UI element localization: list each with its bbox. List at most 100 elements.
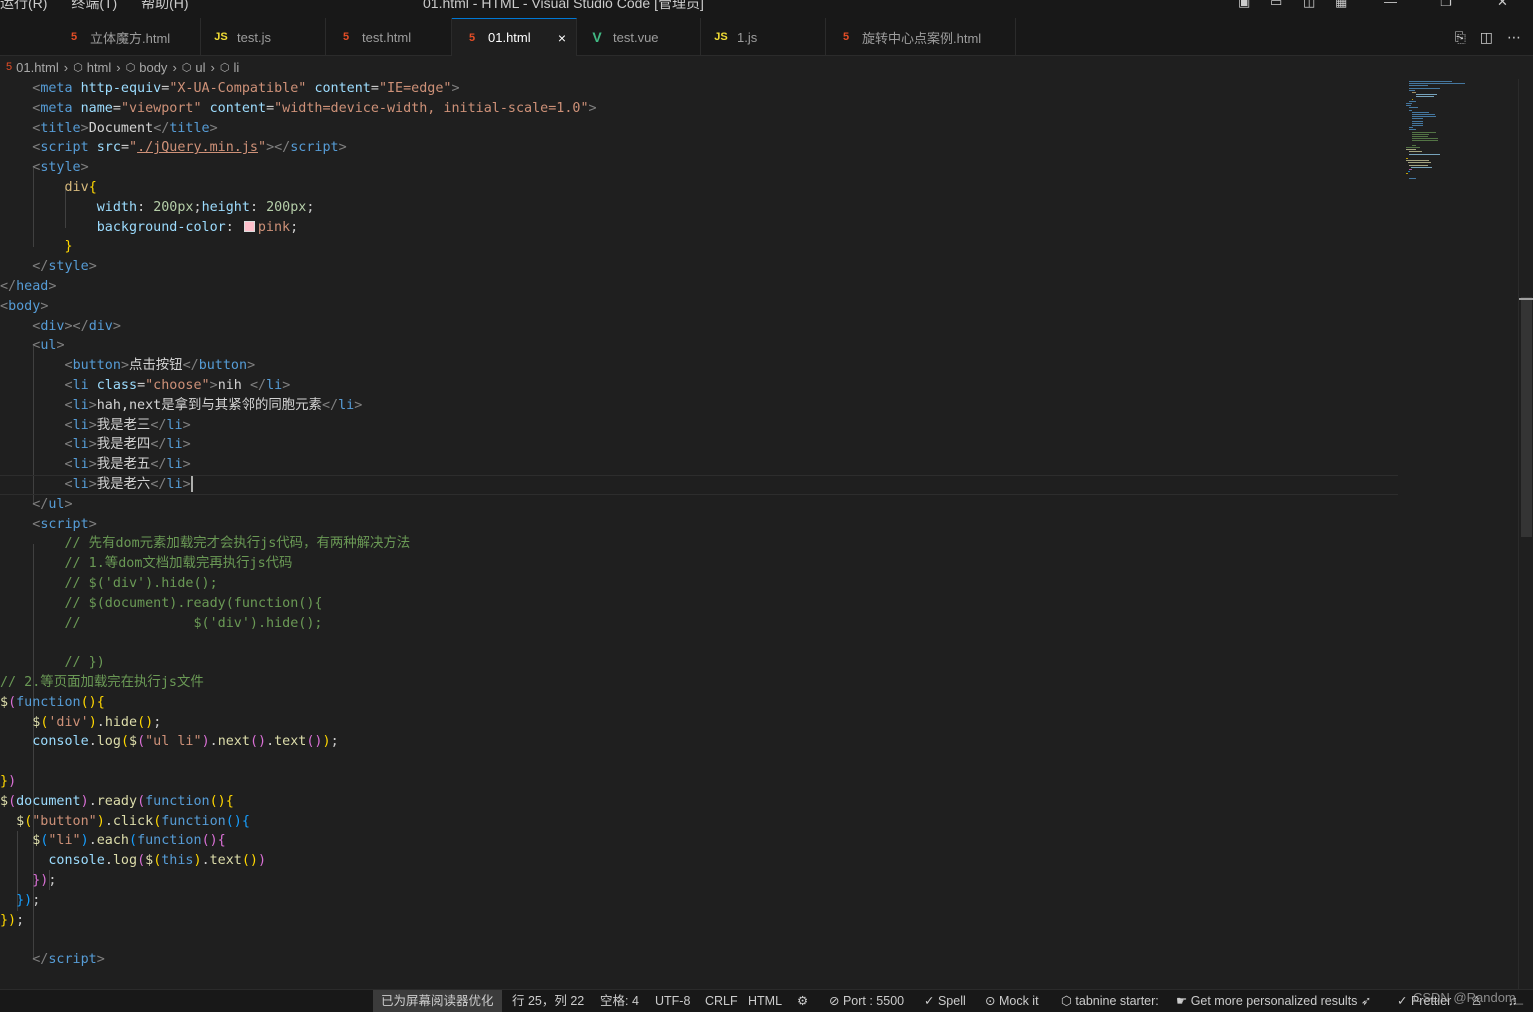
minimize-icon[interactable]: — bbox=[1384, 0, 1397, 9]
live-server-port[interactable]: ⊘ Port : 5500 bbox=[829, 990, 904, 1012]
code-line[interactable]: $(document).ready(function(){ bbox=[0, 792, 234, 812]
code-line[interactable]: </head> bbox=[0, 277, 56, 297]
tab-test-js[interactable]: JS test.js bbox=[201, 18, 326, 56]
tab-01-html[interactable]: 5 01.html × bbox=[452, 18, 577, 56]
code-line[interactable]: <script> bbox=[0, 515, 97, 535]
color-swatch[interactable] bbox=[243, 220, 255, 232]
code-line[interactable]: $('div').hide(); bbox=[0, 713, 161, 733]
code-line[interactable]: }) bbox=[0, 772, 16, 792]
end-of-line[interactable]: CRLF bbox=[705, 990, 738, 1012]
close-tab-icon[interactable]: × bbox=[558, 30, 566, 46]
code-token: // 先有dom元素加载完才会执行js代码，有两种解决方法 bbox=[0, 536, 411, 552]
code-line[interactable]: $("button").click(function(){ bbox=[0, 812, 250, 832]
restore-icon[interactable]: ❐ bbox=[1440, 0, 1452, 10]
code-line[interactable]: console.log($(this).text()) bbox=[0, 851, 266, 871]
code-line[interactable]: console.log($("ul li").next().text()); bbox=[0, 732, 338, 752]
copilot-icon[interactable]: ⚙ bbox=[797, 990, 808, 1012]
code-editor[interactable]: <meta http-equiv="X-UA-Compatible" conte… bbox=[0, 79, 1398, 989]
code-line[interactable]: // $(document).ready(function(){ bbox=[0, 594, 322, 614]
code-line[interactable]: // $('div').hide(); bbox=[0, 574, 217, 594]
code-line[interactable]: <meta http-equiv = "X-UA-Compatible" conte… bbox=[0, 79, 459, 99]
encoding[interactable]: UTF-8 bbox=[655, 990, 690, 1012]
code-line[interactable]: <li>hah,next是拿到与其紧邻的同胞元素</li> bbox=[0, 396, 362, 416]
code-line[interactable]: $(function(){ bbox=[0, 693, 105, 713]
code-line[interactable]: $("li").each(function(){ bbox=[0, 831, 226, 851]
cursor-position[interactable]: 行 25，列 22 bbox=[512, 990, 584, 1012]
language-mode[interactable]: HTML bbox=[748, 990, 782, 1012]
tab-test-html[interactable]: 5 test.html bbox=[326, 18, 452, 56]
spell-check[interactable]: ✓ Spell bbox=[924, 990, 966, 1012]
menu-terminal[interactable]: 终端(T) bbox=[71, 0, 117, 11]
menu-run[interactable]: 运行(R) bbox=[0, 0, 47, 11]
open-preview-icon[interactable]: ⎘ bbox=[1455, 29, 1466, 46]
code-line[interactable]: <li>我是老五</li> bbox=[0, 455, 190, 475]
html-file-icon: 5 bbox=[6, 61, 13, 73]
code-line[interactable]: } bbox=[0, 237, 72, 257]
code-line[interactable]: <li>我是老六</li> bbox=[0, 475, 1398, 495]
customize-layout-icon[interactable]: ▦ bbox=[1335, 0, 1347, 10]
tab-1-js[interactable]: JS 1.js bbox=[701, 18, 826, 56]
code-line[interactable]: <body> bbox=[0, 297, 48, 317]
code-line[interactable]: <ul> bbox=[0, 336, 64, 356]
code-line[interactable]: div{ bbox=[0, 178, 96, 198]
more-actions-icon[interactable]: ⋯ bbox=[1507, 29, 1521, 46]
code-line[interactable]: <script src="./jQuery.min.js"></script> bbox=[0, 138, 346, 158]
code-line[interactable]: }); bbox=[0, 911, 24, 931]
code-line[interactable]: </script> bbox=[0, 950, 105, 970]
tab-lifang-html[interactable]: 5 立体魔方.html bbox=[54, 18, 201, 56]
code-line[interactable]: }); bbox=[0, 871, 56, 891]
tab-test-vue[interactable]: V test.vue bbox=[577, 18, 701, 56]
sidebar-toggle-icon[interactable]: ◫ bbox=[1303, 0, 1315, 10]
code-token: script bbox=[40, 140, 89, 156]
code-line[interactable]: // }) bbox=[0, 653, 104, 673]
code-line[interactable]: <meta name="viewport" content="width=dev… bbox=[0, 99, 596, 119]
breadcrumb-ul[interactable]: ⬡ ul bbox=[182, 60, 206, 75]
minimap-line bbox=[1409, 85, 1428, 87]
code-line[interactable]: </ul> bbox=[0, 495, 72, 515]
code-line[interactable]: // 1.等dom文档加载完再执行js代码 bbox=[0, 554, 292, 574]
minimap-line bbox=[1412, 138, 1438, 140]
code-token: > bbox=[88, 516, 97, 532]
personalized-results[interactable]: ☛ Get more personalized results ➶ bbox=[1176, 990, 1371, 1012]
tabnine-status[interactable]: ⬡ tabnine starter: bbox=[1061, 990, 1159, 1012]
tab-xuanzhuan-html[interactable]: 5 旋转中心点案例.html bbox=[826, 18, 1016, 56]
code-line[interactable]: <li class="choose">nih </li> bbox=[0, 376, 290, 396]
breadcrumb-body[interactable]: ⬡ body bbox=[126, 60, 168, 75]
breadcrumb-li[interactable]: ⬡ li bbox=[220, 60, 239, 75]
code-token: (){ bbox=[201, 833, 226, 849]
scrollbar-thumb[interactable] bbox=[1521, 297, 1532, 537]
code-line[interactable]: <li>我是老四</li> bbox=[0, 435, 190, 455]
menu-help[interactable]: 帮助(H) bbox=[141, 0, 188, 11]
breadcrumb-html[interactable]: ⬡ html bbox=[73, 60, 111, 75]
code-line[interactable]: // 2.等页面加载完在执行js文件 bbox=[0, 673, 204, 693]
code-token: 200px bbox=[153, 199, 194, 215]
code-line[interactable]: <button>点击按钮</button> bbox=[0, 356, 255, 376]
screen-reader-status[interactable]: 已为屏幕阅读器优化 bbox=[373, 990, 502, 1012]
close-window-icon[interactable]: ✕ bbox=[1497, 0, 1508, 10]
code-token: li bbox=[166, 457, 183, 473]
code-line[interactable]: // $('div').hide(); bbox=[0, 614, 322, 634]
code-token: ) bbox=[8, 774, 17, 789]
mock-it[interactable]: ⊙ Mock it bbox=[985, 990, 1039, 1012]
minimap[interactable] bbox=[1398, 79, 1518, 989]
panel-toggle-icon[interactable]: ▭ bbox=[1270, 0, 1282, 10]
js-file-icon: JS bbox=[714, 31, 728, 43]
code-line[interactable]: background-color: pink; bbox=[0, 218, 298, 238]
code-token: " bbox=[258, 140, 267, 156]
code-line[interactable]: // 先有dom元素加载完才会执行js代码，有两种解决方法 bbox=[0, 534, 410, 554]
minimap-line bbox=[1409, 107, 1418, 109]
code-token: function bbox=[145, 793, 210, 809]
indentation[interactable]: 空格: 4 bbox=[600, 990, 639, 1012]
code-line[interactable]: <style> bbox=[0, 158, 88, 178]
split-editor-icon[interactable]: ◫ bbox=[1480, 29, 1493, 46]
code-line[interactable]: <div></div> bbox=[0, 317, 121, 337]
code-line[interactable]: }); bbox=[0, 891, 40, 911]
code-token: . bbox=[88, 793, 97, 809]
breadcrumb-file[interactable]: 5 01.html bbox=[6, 60, 59, 75]
layout-toggle-icon[interactable]: ▣ bbox=[1238, 0, 1250, 10]
code-line[interactable]: width: 200px;height: 200px; bbox=[0, 198, 315, 218]
code-line[interactable]: </style> bbox=[0, 257, 97, 277]
vertical-scrollbar[interactable] bbox=[1518, 79, 1533, 989]
code-line[interactable]: <title>Document</title> bbox=[0, 119, 217, 139]
code-line[interactable]: <li>我是老三</li> bbox=[0, 416, 190, 436]
